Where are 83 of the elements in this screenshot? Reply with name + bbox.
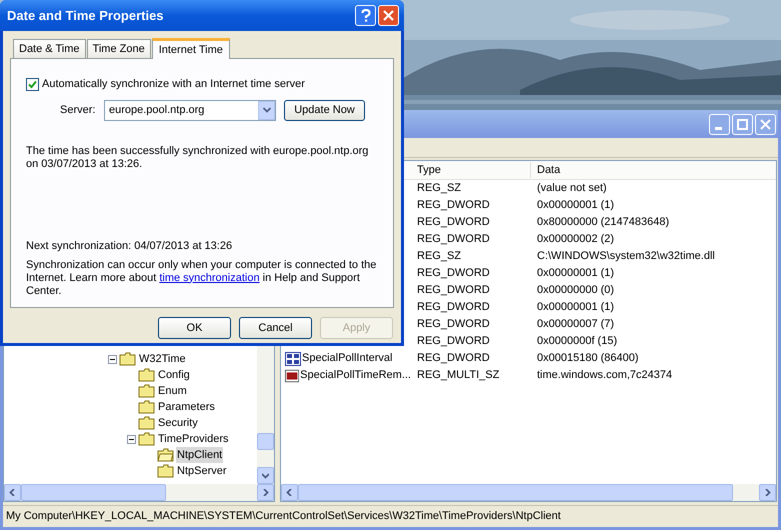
- type-cell-text: REG_DWORD: [416, 283, 491, 298]
- window-title: Date and Time Properties: [7, 6, 164, 25]
- data-cell-text: 0x00000007 (7): [536, 317, 614, 332]
- data-cell-text: 0x00015180 (86400): [536, 351, 639, 366]
- type-cell-text: REG_DWORD: [416, 334, 491, 350]
- close-button[interactable]: [755, 114, 776, 134]
- type-cell-text: REG_DWORD: [416, 317, 491, 332]
- minimize-button[interactable]: [709, 114, 730, 134]
- type-cell-text: REG_DWORD: [416, 215, 491, 230]
- type-cell-text: REG_SZ: [416, 181, 462, 196]
- data-cell-text: 0x00000001 (1): [536, 198, 614, 214]
- folder-icon: [119, 352, 136, 366]
- dialog-button[interactable]: OK: [158, 317, 231, 339]
- update-now-button[interactable]: Update Now: [284, 100, 365, 120]
- tab[interactable]: Internet Time: [152, 38, 230, 59]
- scroll-down-button[interactable]: [257, 467, 274, 484]
- tree-item[interactable]: TimeProviders: [157, 430, 230, 448]
- string-value-icon: [285, 368, 300, 382]
- tab[interactable]: Date & Time: [13, 39, 86, 58]
- close-button[interactable]: [378, 5, 399, 26]
- data-cell-text: (value not set): [536, 181, 607, 196]
- folder-icon: [138, 400, 155, 414]
- collapse-icon[interactable]: [126, 434, 136, 444]
- tree-item[interactable]: Config: [157, 366, 191, 384]
- folder-icon: [157, 464, 174, 478]
- data-cell-text: 0x00000000 (0): [536, 283, 614, 298]
- column-header[interactable]: Type: [411, 162, 531, 178]
- folder-icon: [138, 432, 155, 446]
- scroll-thumb[interactable]: [21, 484, 166, 501]
- value-name[interactable]: SpecialPollInterval: [302, 350, 392, 367]
- collapse-icon[interactable]: [108, 354, 116, 364]
- scroll-left-button[interactable]: [4, 484, 21, 501]
- scroll-left-button[interactable]: [281, 484, 298, 501]
- help-link[interactable]: time synchronization: [159, 272, 260, 284]
- folder-icon: [138, 384, 155, 398]
- status-bar: My Computer\HKEY_LOCAL_MACHINE\SYSTEM\CurrentControlSet\Services\W32Time\TimeProviders\NtpClient: [3, 505, 778, 527]
- data-cell-text: 0x80000000 (2147483648): [536, 215, 670, 230]
- maximize-button[interactable]: [732, 114, 753, 134]
- next-sync-text: Next synchronization: 04/07/2013 at 13:26: [26, 240, 234, 252]
- data-cell-text: C:\WINDOWS\system32\w32time.dll: [536, 249, 715, 264]
- sync-status-text: The time has been successfully synchronized with europe.pool.ntp.org on 03/07/2013 at 13:26.: [26, 144, 370, 170]
- checkbox[interactable]: [26, 78, 39, 91]
- tree-item[interactable]: Enum: [157, 382, 188, 400]
- tree-item[interactable]: NtpServer: [176, 462, 228, 480]
- checkbox-label[interactable]: Automatically synchronize with an Internet time server: [42, 76, 305, 92]
- tree-item[interactable]: W32Time: [138, 350, 187, 368]
- type-cell-text: REG_DWORD: [416, 232, 491, 248]
- close-icon: [383, 10, 394, 21]
- tree-item[interactable]: Security: [157, 414, 199, 432]
- type-cell-text: REG_DWORD: [416, 266, 491, 282]
- binary-value-icon: [285, 352, 301, 366]
- horizontal-scrollbar[interactable]: [4, 484, 274, 501]
- data-cell-text: 0x00000001 (1): [536, 266, 614, 282]
- data-cell-text: 0x00000002 (2): [536, 232, 614, 248]
- check-icon: [28, 80, 37, 89]
- type-cell-text: REG_SZ: [416, 249, 462, 264]
- data-cell-text: 0x0000000f (15): [536, 334, 618, 350]
- info-text: Synchronization can occur only when your computer is connected to the Internet. Learn more about time synchronization in Help and Support Center.: [26, 258, 378, 298]
- field-label: Server:: [60, 102, 96, 118]
- maximize-icon: [737, 118, 748, 130]
- data-cell-text: 0x00000001 (1): [536, 300, 614, 316]
- type-cell-text: REG_MULTI_SZ: [416, 368, 500, 384]
- tree-item[interactable]: NtpClient: [176, 446, 224, 464]
- server-dropdown[interactable]: europe.pool.ntp.org: [104, 100, 276, 120]
- open-folder-icon: [157, 448, 174, 462]
- tree-item[interactable]: Parameters: [157, 398, 216, 416]
- minimize-icon: [714, 126, 722, 130]
- type-cell-text: REG_DWORD: [416, 300, 491, 316]
- data-cell-text: time.windows.com,7c24374: [536, 368, 672, 384]
- tab[interactable]: Time Zone: [86, 39, 151, 58]
- type-cell-text: REG_DWORD: [416, 351, 491, 366]
- scroll-right-button[interactable]: [759, 484, 776, 501]
- value-name[interactable]: SpecialPollTimeRem...: [300, 367, 411, 384]
- column-header[interactable]: Data: [531, 162, 560, 178]
- type-cell-text: REG_DWORD: [416, 198, 491, 214]
- scroll-right-button[interactable]: [257, 484, 274, 501]
- help-icon: [360, 9, 370, 22]
- scroll-thumb[interactable]: [257, 433, 274, 450]
- help-button[interactable]: [355, 5, 376, 26]
- dialog-button[interactable]: Cancel: [239, 317, 312, 339]
- folder-icon: [138, 368, 155, 382]
- close-icon: [760, 118, 771, 130]
- folder-icon: [138, 416, 155, 430]
